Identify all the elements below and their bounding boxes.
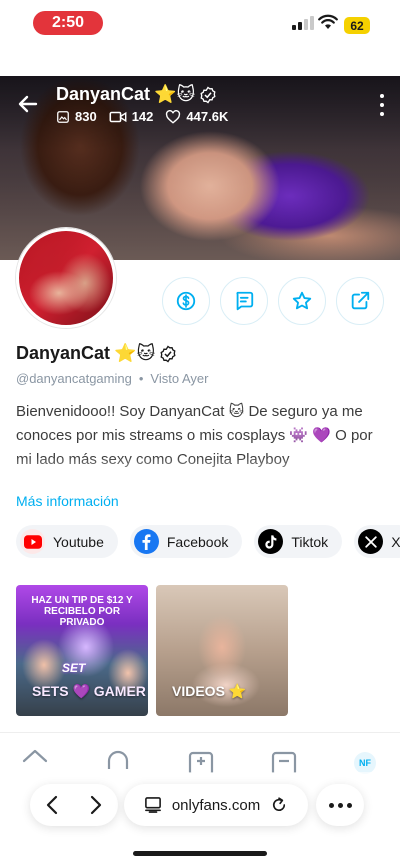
browser-back-icon[interactable] bbox=[45, 795, 59, 815]
user-avatar-nav[interactable]: NF bbox=[354, 752, 376, 774]
bio-fade-overlay bbox=[0, 456, 400, 486]
videos-stat: 142 bbox=[109, 109, 154, 124]
messages-icon[interactable] bbox=[271, 749, 297, 773]
likes-stat: 447.6K bbox=[165, 109, 228, 124]
last-seen-status: Visto Ayer bbox=[150, 371, 209, 386]
social-label-x: X bbox=[391, 533, 400, 550]
address-bar[interactable]: onlyfans.com bbox=[124, 784, 308, 826]
photos-stat: 830 bbox=[56, 109, 97, 124]
reload-icon[interactable] bbox=[270, 796, 288, 814]
message-icon bbox=[236, 291, 254, 311]
cover-name-text: DanyanCat bbox=[56, 84, 151, 104]
back-arrow-icon[interactable] bbox=[16, 92, 40, 116]
social-chip-youtube[interactable]: Youtube bbox=[16, 525, 118, 558]
tile-promo-text: HAZ UN TIP DE $12 Y RECIBELO POR PRIVADO bbox=[31, 595, 133, 628]
tile-label-videos: VIDEOS ⭐ bbox=[172, 683, 247, 699]
profile-name-text: DanyanCat bbox=[16, 343, 111, 363]
home-indicator bbox=[133, 851, 267, 856]
profile-name-emoji: ⭐🐱 bbox=[114, 343, 156, 363]
browser-nav-pill bbox=[30, 784, 118, 826]
status-time: 2:50 bbox=[33, 11, 103, 35]
cellular-signal-icon bbox=[292, 16, 314, 30]
share-icon bbox=[351, 291, 370, 310]
likes-count: 447.6K bbox=[186, 109, 229, 124]
social-chip-tiktok[interactable]: Tiktok bbox=[254, 525, 343, 558]
cover-stats: 830 142 447.6K bbox=[56, 109, 234, 124]
social-label-tiktok: Tiktok bbox=[291, 533, 329, 550]
status-bar: 2:50 62 bbox=[0, 0, 400, 46]
add-post-icon[interactable] bbox=[188, 749, 214, 773]
share-button[interactable] bbox=[336, 277, 384, 325]
notifications-icon[interactable] bbox=[105, 749, 131, 773]
photos-count: 830 bbox=[75, 109, 97, 124]
social-chip-facebook[interactable]: Facebook bbox=[129, 525, 243, 558]
videos-count: 142 bbox=[131, 109, 154, 124]
star-icon bbox=[292, 291, 312, 310]
browser-forward-icon[interactable] bbox=[89, 795, 103, 815]
video-camera-icon bbox=[109, 111, 127, 122]
x-icon bbox=[358, 529, 384, 554]
send-tip-button[interactable] bbox=[162, 277, 210, 325]
verified-badge-icon bbox=[200, 86, 216, 103]
social-label-facebook: Facebook bbox=[166, 533, 229, 550]
wifi-icon bbox=[318, 14, 338, 29]
favorite-button[interactable] bbox=[278, 277, 326, 325]
browser-menu-button[interactable] bbox=[316, 784, 364, 826]
sets-gamer-tile[interactable]: HAZ UN TIP DE $12 Y RECIBELO POR PRIVADO… bbox=[16, 585, 148, 716]
avatar[interactable] bbox=[16, 228, 116, 328]
social-links: Youtube Facebook Tiktok X bbox=[16, 525, 400, 558]
social-chip-x[interactable]: X bbox=[354, 525, 400, 558]
url-text: onlyfans.com bbox=[171, 796, 261, 814]
heart-icon bbox=[166, 109, 181, 124]
message-button[interactable] bbox=[220, 277, 268, 325]
profile-name: DanyanCat ⭐🐱 bbox=[16, 343, 177, 364]
separator-dot: • bbox=[138, 371, 144, 386]
tiktok-icon bbox=[258, 529, 284, 554]
social-label-youtube: Youtube bbox=[53, 533, 104, 550]
page-settings-icon[interactable] bbox=[144, 797, 162, 813]
tile-set-badge: SET bbox=[62, 661, 86, 675]
image-icon bbox=[57, 110, 69, 123]
videos-tile[interactable]: VIDEOS ⭐ bbox=[156, 585, 288, 716]
cover-title: DanyanCat ⭐🐱 bbox=[56, 84, 217, 105]
verified-badge-icon bbox=[160, 345, 176, 362]
tile-label-sets: SETS 💜 GAMER bbox=[32, 683, 146, 699]
home-icon[interactable] bbox=[22, 749, 48, 773]
username-handle: @danyancatgaming bbox=[16, 371, 132, 386]
more-info-link[interactable]: Más información bbox=[16, 493, 119, 509]
more-options-icon[interactable] bbox=[378, 94, 386, 116]
facebook-icon bbox=[133, 529, 159, 554]
cover-name-emoji: ⭐🐱 bbox=[154, 84, 196, 104]
bottom-nav bbox=[0, 732, 400, 773]
dollar-icon bbox=[176, 291, 196, 311]
profile-actions bbox=[162, 277, 384, 325]
handle-line: @danyancatgaming • Visto Ayer bbox=[16, 371, 208, 386]
battery-indicator: 62 bbox=[344, 17, 370, 34]
youtube-icon bbox=[20, 529, 45, 554]
